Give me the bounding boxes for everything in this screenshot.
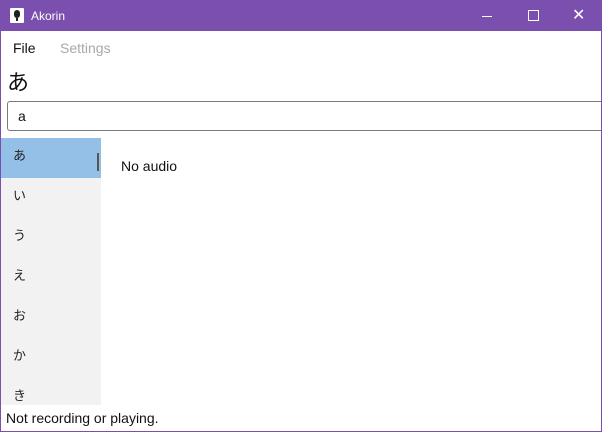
list-item-label: え — [13, 269, 27, 284]
list-item-label: い — [13, 189, 27, 204]
search-input[interactable] — [7, 101, 601, 131]
menu-file[interactable]: File — [13, 40, 36, 56]
title-bar[interactable]: Akorin ✕ — [1, 1, 601, 31]
list-item-label: あ — [13, 149, 27, 164]
list-item[interactable]: う — [1, 218, 101, 258]
status-bar-text: Not recording or playing. — [6, 410, 159, 426]
list-item-label: お — [13, 309, 27, 324]
list-item-label: か — [13, 349, 27, 364]
app-window: Akorin ✕ File Settings あ あ い う え お — [0, 0, 602, 432]
menu-settings[interactable]: Settings — [60, 40, 111, 56]
list-item[interactable]: き — [1, 378, 101, 405]
list-item-label: う — [13, 229, 27, 244]
close-button[interactable]: ✕ — [556, 1, 601, 31]
minimize-button[interactable] — [464, 1, 510, 31]
microphone-icon — [10, 8, 24, 23]
list-item[interactable]: え — [1, 258, 101, 298]
list-item[interactable]: あ — [1, 138, 101, 178]
minimize-icon — [482, 16, 492, 17]
list-item-label: き — [13, 389, 27, 404]
current-character: あ — [7, 71, 30, 96]
close-icon: ✕ — [572, 5, 586, 24]
microphone-capsule — [14, 10, 20, 18]
menu-bar: File Settings — [1, 31, 601, 65]
list-item[interactable]: い — [1, 178, 101, 218]
list-item[interactable]: お — [1, 298, 101, 338]
maximize-icon — [528, 10, 539, 21]
list-scrollbar-thumb[interactable] — [97, 153, 99, 171]
microphone-stand — [16, 18, 18, 21]
character-list[interactable]: あ い う え お か き — [1, 138, 101, 405]
maximize-button[interactable] — [510, 1, 556, 31]
list-item[interactable]: か — [1, 338, 101, 378]
audio-status: No audio — [121, 158, 178, 174]
window-title: Akorin — [31, 9, 66, 23]
